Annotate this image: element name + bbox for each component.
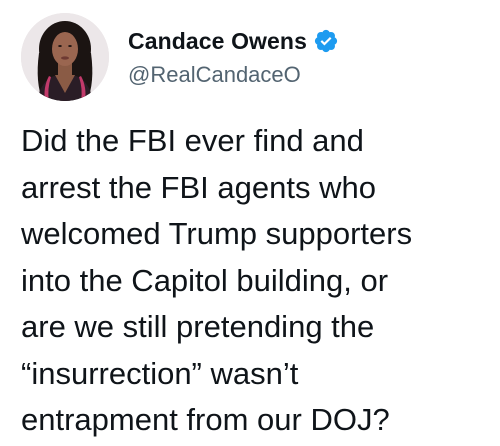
tweet-text-line: Did the FBI ever find and [21,123,364,158]
tweet-text-line: are we still pretending the [21,309,375,344]
author-row: Candace Owens [128,24,339,58]
tweet-text-line: welcomed Trump supporters [21,216,413,251]
author-display-name[interactable]: Candace Owens [128,28,307,55]
avatar-photo [21,13,109,101]
tweet-text-line: “insurrection” wasn’t [21,355,299,391]
author-handle[interactable]: @RealCandaceO [128,62,301,88]
verified-badge-icon [313,28,339,54]
tweet-text: Did the FBI ever find and arrest the FBI… [21,118,496,444]
tweet-text-line: entrapment from our DOJ? [21,402,390,437]
tweet-text-line: arrest the FBI agents who [21,169,376,205]
avatar[interactable] [21,13,109,101]
tweet-card: Candace Owens @RealCandaceO Did the FBI … [0,0,500,446]
tweet-text-line: into the Capitol building, or [21,262,389,298]
